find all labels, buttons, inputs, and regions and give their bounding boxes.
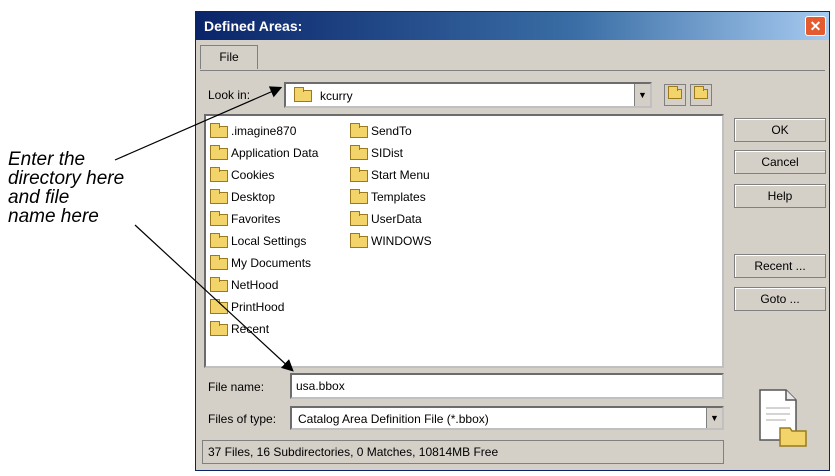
folder-icon [210,298,228,314]
folder-icon [210,166,228,182]
list-item[interactable]: UserData [350,208,432,230]
folder-icon [350,166,368,182]
folder-icon [294,87,312,102]
folder-icon [210,210,228,226]
list-item[interactable]: WINDOWS [350,230,432,252]
look-in-dropdown[interactable]: kcurry ▼ [284,82,652,108]
annotation-text: Enter the directory here and file name h… [8,150,198,226]
title-bar[interactable]: Defined Areas: ✕ [196,12,829,40]
help-button[interactable]: Help [734,184,826,208]
defined-areas-dialog: Defined Areas: ✕ File Look in: kcurry ▼ … [195,11,830,471]
list-item[interactable]: NetHood [210,274,318,296]
folder-name: Recent [231,322,270,336]
up-folder-icon [668,85,682,99]
annotation-line: name here [8,206,99,227]
folder-name: Cookies [231,168,275,182]
list-item[interactable]: Favorites [210,208,318,230]
folder-name: SIDist [371,146,404,160]
list-item[interactable]: Start Menu [350,164,432,186]
files-of-type-value: Catalog Area Definition File (*.bbox) [298,412,489,426]
list-item[interactable]: SIDist [350,142,432,164]
files-of-type-dropdown[interactable]: Catalog Area Definition File (*.bbox) ▼ [290,406,724,430]
annotation-line: and file [8,187,70,208]
list-item[interactable]: Application Data [210,142,318,164]
document-open-icon [759,389,807,447]
folder-icon [210,188,228,204]
folder-name: Local Settings [231,234,307,248]
close-icon[interactable]: ✕ [805,16,826,36]
chevron-down-icon[interactable]: ▼ [706,408,722,428]
list-item[interactable]: My Documents [210,252,318,274]
folder-icon [350,122,368,138]
folder-icon [350,210,368,226]
folder-name: Start Menu [371,168,430,182]
annotation-line: directory here [8,168,125,189]
recent-button[interactable]: Recent ... [734,254,826,278]
folder-name: Desktop [231,190,276,204]
list-item[interactable]: Recent [210,318,318,340]
menu-divider [200,70,825,71]
status-bar: 37 Files, 16 Subdirectories, 0 Matches, … [202,440,724,464]
folder-name: PrintHood [231,300,285,314]
folder-name: NetHood [231,278,279,292]
folder-name: Application Data [231,146,319,160]
folder-name: UserData [371,212,422,226]
look-in-label: Look in: [208,88,251,102]
list-item[interactable]: PrintHood [210,296,318,318]
folder-icon [210,254,228,270]
goto-button[interactable]: Goto ... [734,287,826,311]
up-folder-button[interactable] [664,84,686,106]
ok-button[interactable]: OK [734,118,826,142]
list-item[interactable]: Local Settings [210,230,318,252]
cancel-button[interactable]: Cancel [734,150,826,174]
list-item[interactable]: SendTo [350,120,432,142]
new-folder-button[interactable] [690,84,712,106]
folder-name: My Documents [231,256,312,270]
folder-icon [210,122,228,138]
folder-icon [210,232,228,248]
file-list-column: SendTo SIDist Start Menu Templates UserD… [350,120,432,252]
file-list-column: .imagine870 Application Data Cookies Des… [210,120,318,340]
list-item[interactable]: Desktop [210,186,318,208]
file-name-input[interactable]: usa.bbox [290,373,724,399]
folder-icon [210,320,228,336]
folder-name: SendTo [371,124,412,138]
folder-icon [350,144,368,160]
folder-name: Favorites [231,212,281,226]
file-list[interactable]: .imagine870 Application Data Cookies Des… [204,114,724,368]
annotation-line: Enter the [8,149,86,170]
folder-name: WINDOWS [371,234,432,248]
menu-file[interactable]: File [200,45,258,69]
folder-icon [350,188,368,204]
folder-name: .imagine870 [231,124,297,138]
folder-icon [210,144,228,160]
folder-icon [350,232,368,248]
list-item[interactable]: .imagine870 [210,120,318,142]
look-in-value: kcurry [320,89,353,103]
files-of-type-label: Files of type: [208,412,277,426]
chevron-down-icon[interactable]: ▼ [634,84,650,106]
list-item[interactable]: Templates [350,186,432,208]
folder-name: Templates [371,190,426,204]
list-item[interactable]: Cookies [210,164,318,186]
file-name-label: File name: [208,380,265,394]
folder-icon [210,276,228,292]
new-folder-icon [694,85,708,99]
dialog-title: Defined Areas: [204,18,303,34]
